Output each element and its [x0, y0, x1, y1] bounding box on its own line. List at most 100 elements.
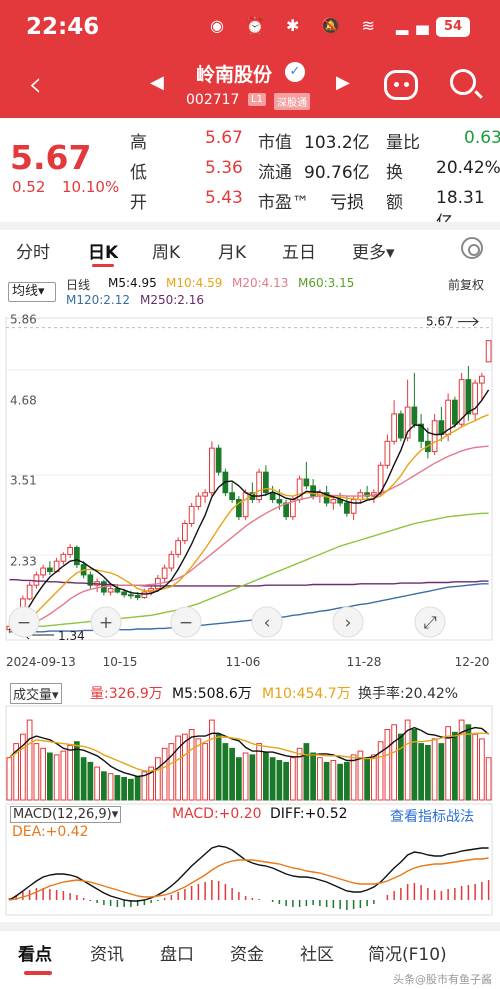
volume-bar: [283, 761, 289, 801]
chart-control-icon: ⤢: [423, 613, 437, 633]
candle-body: [323, 492, 330, 504]
candle-body: [472, 382, 478, 415]
back-icon[interactable]: ‹: [28, 64, 42, 105]
tab-weekly-k[interactable]: 周K: [152, 238, 180, 263]
candle-body: [404, 406, 411, 439]
candle-body: [40, 567, 46, 576]
min-arrow-icon: [23, 630, 54, 640]
chart-settings-icon[interactable]: [461, 237, 483, 259]
candle-body: [283, 502, 289, 518]
candle-body: [445, 399, 451, 435]
volume-bar: [431, 738, 438, 801]
volume-bar: [256, 743, 262, 801]
stock-code: 002717: [186, 92, 240, 108]
prev-stock-icon[interactable]: ◀: [150, 72, 164, 93]
tab-monthly-k[interactable]: 月K: [218, 238, 246, 263]
volume-ma10-line: [8, 732, 489, 772]
volume-bar: [188, 729, 195, 801]
macd-value: MACD:+0.20: [172, 806, 262, 822]
search-icon[interactable]: [450, 69, 476, 95]
status-time: 22:46: [26, 14, 100, 40]
volume-bar: [33, 743, 40, 801]
candle-body: [465, 379, 472, 415]
volume-bar: [242, 752, 249, 801]
volume-bar: [80, 757, 87, 801]
candle-body: [263, 471, 269, 494]
volume-bar: [67, 744, 73, 801]
volume-bar: [101, 771, 107, 801]
macd-legend: MACD(12,26,9)▾ MACD:+0.20 DIFF:+0.52 查看指…: [0, 804, 500, 844]
volume-bar: [6, 757, 13, 801]
volume-bar: [303, 743, 310, 801]
tab-funds[interactable]: 资金: [230, 940, 264, 965]
volume-bar: [215, 733, 222, 801]
max-price-label: 5.67: [426, 315, 453, 329]
candle-body: [175, 540, 181, 555]
candle-body: [148, 588, 154, 593]
volume-bar: [411, 729, 418, 801]
mktcap-label: 市值: [258, 133, 292, 153]
volume-selector[interactable]: 成交量▾: [10, 683, 62, 704]
volume-bar: [398, 733, 404, 801]
candle-body: [425, 440, 431, 453]
volume-bar: [330, 760, 337, 801]
candle-body: [384, 440, 391, 466]
tab-orderbook[interactable]: 盘口: [160, 940, 194, 965]
volume-bar: [141, 771, 148, 801]
candle-body: [256, 471, 262, 501]
indicator-strategy-link[interactable]: 查看指标战法: [390, 806, 474, 826]
candle-body: [350, 499, 357, 514]
ma10-line: [9, 413, 489, 631]
y-tick-label: 5.86: [10, 313, 37, 327]
tab-news[interactable]: 资讯: [90, 940, 124, 965]
candle-body: [141, 591, 148, 599]
turnover-label: 换: [386, 163, 403, 183]
macd-selector[interactable]: MACD(12,26,9)▾: [10, 806, 122, 823]
divider: [0, 222, 500, 230]
tab-more[interactable]: 更多▾: [352, 238, 395, 263]
tab-daily-k[interactable]: 日K: [88, 238, 118, 263]
candle-body: [168, 553, 175, 569]
active-tab-indicator: [92, 264, 114, 267]
next-stock-icon[interactable]: ▶: [336, 72, 350, 93]
volume-bar: [249, 754, 256, 801]
candle-body: [317, 492, 323, 497]
ma10-value: M10:4.59: [166, 276, 223, 290]
ma60-line: [9, 512, 489, 629]
chart-control-icon: −: [17, 613, 31, 633]
assistant-robot-icon[interactable]: [384, 70, 418, 100]
volume-value: 量:326.9万: [90, 686, 163, 702]
dea-value: DEA:+0.42: [12, 824, 89, 840]
volume-bar: [317, 757, 323, 801]
volume-bar: [323, 761, 330, 801]
price-change: 0.52: [12, 178, 46, 196]
tab-intraday[interactable]: 分时: [16, 238, 50, 263]
tab-community[interactable]: 社区: [300, 940, 334, 965]
ma-daily-label: 日线: [66, 278, 91, 292]
status-bar: 22:46 ◉ ⏰ ✱ 🔕 ≋ ▂▄▆ 54: [0, 0, 500, 56]
volume-bar: [195, 738, 202, 801]
chart-control-icon: ›: [345, 613, 352, 633]
candle-body: [296, 478, 303, 501]
candle-body: [364, 492, 370, 497]
tab-highlights[interactable]: 看点: [18, 940, 52, 965]
candle-body: [330, 499, 337, 504]
rights-mode[interactable]: 前复权: [448, 276, 484, 293]
ma20-line: [9, 445, 489, 631]
volume-bar: [364, 757, 370, 801]
y-tick-label: 2.33: [10, 554, 37, 568]
ma-selector[interactable]: 均线▾: [8, 282, 56, 302]
candle-body: [337, 499, 343, 504]
volume-bar: [114, 775, 121, 801]
chart-control-button: [332, 606, 364, 638]
low-value: 5.36: [205, 158, 243, 178]
volume-bar: [26, 719, 33, 801]
candle-body: [26, 584, 33, 600]
candle-body: [155, 577, 161, 590]
mktcap-value: 103.2亿: [304, 133, 370, 153]
tab-five-day[interactable]: 五日: [282, 238, 316, 263]
status-icons: ◉ ⏰ ✱ 🔕 ≋ ▂▄▆: [210, 16, 457, 35]
candle-body: [60, 553, 67, 562]
volume-bar: [155, 757, 161, 801]
tab-profile-f10[interactable]: 简况(F10): [368, 940, 447, 965]
